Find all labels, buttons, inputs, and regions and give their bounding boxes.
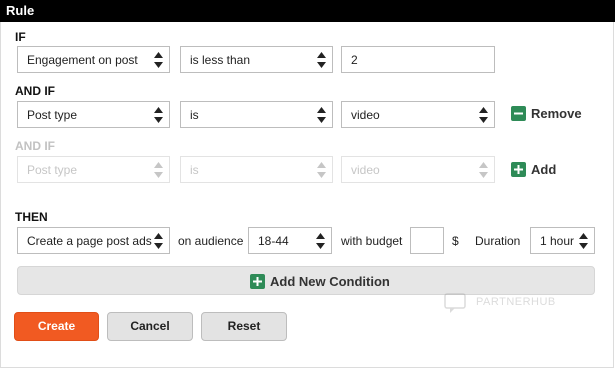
- up-down-arrows-icon: [317, 105, 326, 125]
- if-label: IF: [15, 30, 26, 44]
- new-and-if-field-select[interactable]: Post type: [17, 156, 170, 183]
- up-down-arrows-icon: [317, 50, 326, 70]
- if-operator-select[interactable]: is less than: [180, 46, 333, 73]
- chat-bubble-icon: [444, 293, 466, 313]
- plus-icon: [511, 162, 526, 177]
- if-operator-value: is less than: [190, 53, 251, 67]
- up-down-arrows-icon: [317, 160, 326, 180]
- on-audience-label: on audience: [178, 234, 244, 248]
- new-and-if-operator-select[interactable]: is: [180, 156, 333, 183]
- and-if-value-select[interactable]: video: [341, 101, 495, 128]
- with-budget-label: with budget: [341, 234, 403, 248]
- and-if-operator-select[interactable]: is: [180, 101, 333, 128]
- if-metric-select[interactable]: Engagement on post: [17, 46, 170, 73]
- up-down-arrows-icon: [154, 105, 163, 125]
- up-down-arrows-icon: [479, 160, 488, 180]
- remove-condition-button[interactable]: Remove: [511, 106, 591, 124]
- currency-label: $: [452, 234, 459, 248]
- reset-button[interactable]: Reset: [201, 312, 287, 341]
- new-and-if-field-value: Post type: [27, 163, 78, 177]
- create-button[interactable]: Create: [14, 312, 99, 341]
- new-and-if-operator-value: is: [190, 163, 199, 177]
- minus-icon: [511, 106, 526, 121]
- duration-value: 1 hour: [540, 234, 575, 248]
- budget-input[interactable]: [410, 227, 444, 254]
- add-new-condition-button[interactable]: Add New Condition: [17, 266, 595, 295]
- new-and-if-value-text: video: [351, 163, 380, 177]
- up-down-arrows-icon: [154, 50, 163, 70]
- then-action-select[interactable]: Create a page post ads: [17, 227, 170, 254]
- duration-label: Duration: [475, 234, 521, 248]
- watermark-text: PARTNERHUB: [476, 296, 556, 308]
- up-down-arrows-icon: [579, 231, 588, 251]
- up-down-arrows-icon: [316, 231, 325, 251]
- then-label: THEN: [15, 210, 48, 224]
- audience-select[interactable]: 18-44: [248, 227, 332, 254]
- up-down-arrows-icon: [479, 105, 488, 125]
- duration-select[interactable]: 1 hour: [530, 227, 595, 254]
- audience-value: 18-44: [258, 234, 289, 248]
- and-if-operator-value: is: [190, 108, 199, 122]
- and-if-field-value: Post type: [27, 108, 78, 122]
- partnerhub-watermark: PARTNERHUB: [444, 292, 574, 316]
- cancel-button[interactable]: Cancel: [107, 312, 193, 341]
- if-value-text: 2: [351, 53, 358, 67]
- then-action-value: Create a page post ads: [27, 234, 152, 248]
- and-if-field-select[interactable]: Post type: [17, 101, 170, 128]
- and-if-label: AND IF: [15, 84, 55, 98]
- add-new-condition-label: Add New Condition: [270, 274, 390, 289]
- plus-icon: [250, 274, 265, 289]
- up-down-arrows-icon: [154, 231, 163, 251]
- new-and-if-value-select[interactable]: video: [341, 156, 495, 183]
- if-metric-value: Engagement on post: [27, 53, 138, 67]
- and-if-value-text: video: [351, 108, 380, 122]
- add-condition-row-button[interactable]: Add: [511, 162, 571, 180]
- window-titlebar: Rule: [0, 0, 615, 22]
- up-down-arrows-icon: [154, 160, 163, 180]
- remove-label: Remove: [531, 106, 582, 121]
- new-and-if-label: AND IF: [15, 139, 55, 153]
- window-title: Rule: [6, 3, 35, 18]
- if-value-input[interactable]: 2: [341, 46, 495, 73]
- add-label: Add: [531, 162, 557, 177]
